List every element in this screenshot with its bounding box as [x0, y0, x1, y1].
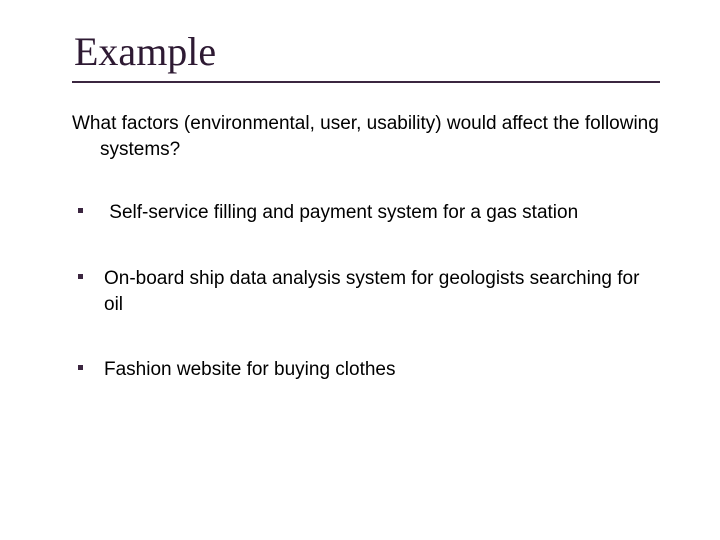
- question-text: What factors (environmental, user, usabi…: [72, 111, 660, 162]
- title-underline: [72, 81, 660, 83]
- bullet-list: Self-service filling and payment system …: [72, 200, 660, 383]
- list-item: Self-service filling and payment system …: [72, 200, 660, 226]
- list-item-text: On-board ship data analysis system for g…: [104, 268, 639, 315]
- list-item-text: Fashion website for buying clothes: [104, 359, 396, 380]
- bullet-icon: [78, 274, 83, 279]
- list-item-text: Self-service filling and payment system …: [104, 202, 578, 223]
- list-item: Fashion website for buying clothes: [72, 357, 660, 383]
- bullet-icon: [78, 365, 83, 370]
- slide-title: Example: [74, 28, 660, 75]
- slide: Example What factors (environmental, use…: [0, 0, 720, 540]
- list-item: On-board ship data analysis system for g…: [72, 266, 660, 317]
- bullet-icon: [78, 208, 83, 213]
